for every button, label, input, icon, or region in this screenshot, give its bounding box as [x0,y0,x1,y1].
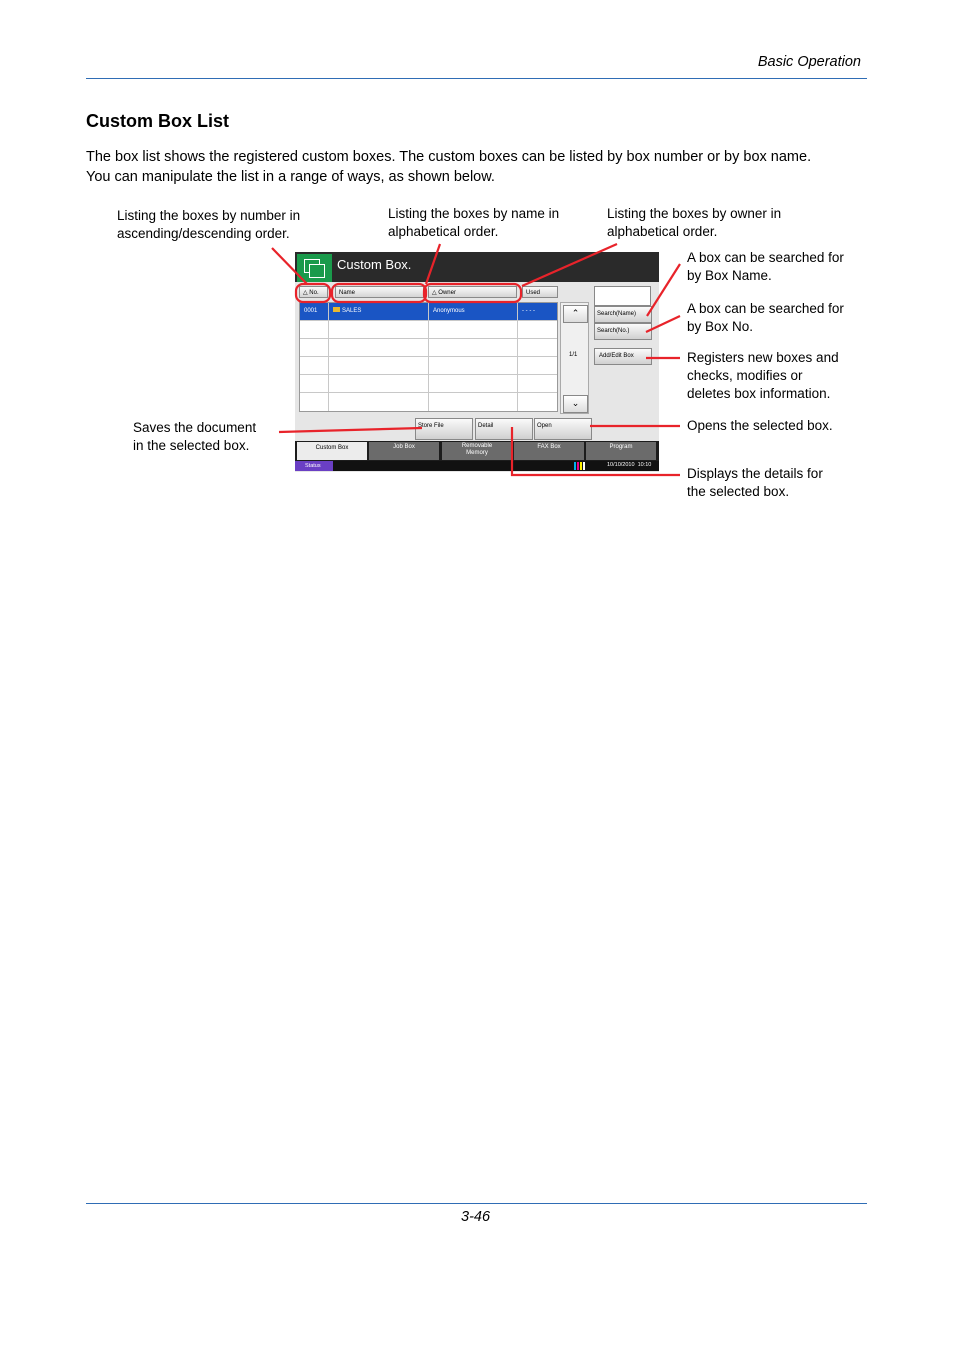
line-sort-name [424,243,442,285]
line-detail [510,427,680,477]
line-sort-owner [521,242,618,288]
page-number: 3-46 [461,1209,491,1225]
line-search-name [646,263,681,317]
line-search-no [645,315,681,333]
highlight-owner [422,282,523,304]
line-store-file [278,426,423,434]
highlight-name [330,282,428,304]
callout-lines [271,242,681,477]
highlight-no [294,282,332,304]
footer-rule [86,1203,867,1204]
line-sort-number [271,247,308,285]
